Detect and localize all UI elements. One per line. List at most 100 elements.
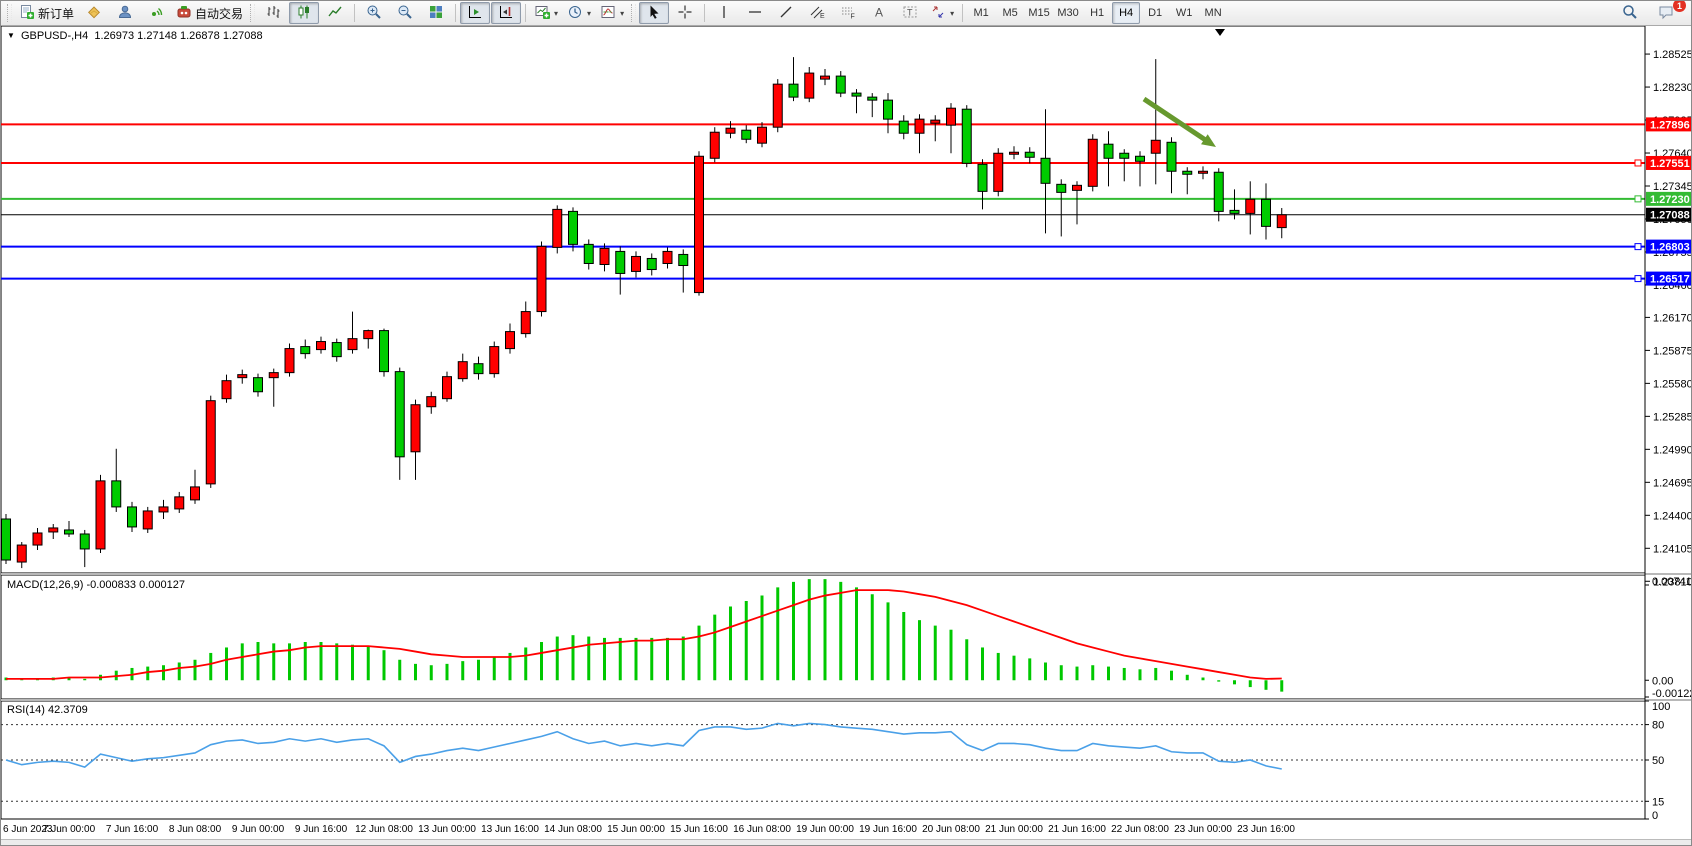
candle — [758, 122, 767, 147]
toolbar-drag-handle[interactable] — [250, 4, 255, 22]
line-handle-marker[interactable] — [1635, 160, 1641, 166]
candle — [33, 528, 42, 550]
chart-canvas[interactable]: 0.0074120.00-0.00122610080501501.285251.… — [1, 26, 1692, 842]
macd-signal-line — [6, 590, 1282, 679]
candle — [978, 159, 987, 209]
time-tick-label: 15 Jun 00:00 — [607, 824, 665, 835]
candle — [632, 251, 641, 277]
horizontal-line-object[interactable] — [1, 196, 1645, 202]
chat-bubble-icon — [1658, 4, 1675, 23]
accounts-button[interactable] — [110, 2, 140, 24]
bar-chart-mode-button[interactable] — [258, 2, 288, 24]
candle — [1088, 134, 1097, 191]
tile-windows-button[interactable] — [421, 2, 451, 24]
profile-icon — [117, 4, 133, 23]
horizontal-line-object[interactable] — [1, 244, 1645, 250]
chart-shift-marker[interactable] — [1215, 29, 1225, 36]
auto-trading-button[interactable]: 自动交易 — [172, 2, 247, 24]
candle — [836, 71, 845, 97]
time-tick-label: 23 Jun 00:00 — [1174, 824, 1232, 835]
svg-text:0: 0 — [1652, 810, 1658, 822]
equidistant-channel-tool-button[interactable]: E — [802, 2, 832, 24]
collapse-triangle-icon[interactable]: ▼ — [7, 31, 15, 40]
candle — [553, 205, 562, 253]
text-icon: A — [871, 4, 887, 23]
notification-badge: 1 — [1673, 0, 1686, 12]
line-handle-marker[interactable] — [1635, 276, 1641, 282]
chart-shift-button[interactable] — [491, 2, 521, 24]
price-tick-label: 1.24105 — [1653, 543, 1692, 555]
horizontal-line-object[interactable] — [1, 160, 1645, 166]
timeframe-mn-button[interactable]: MN — [1199, 2, 1227, 24]
svg-text:1.26517: 1.26517 — [1650, 274, 1690, 286]
trendline-tool-button[interactable] — [771, 2, 801, 24]
timeframe-m1-button[interactable]: M1 — [967, 2, 995, 24]
candle — [616, 246, 625, 294]
candle — [899, 115, 908, 139]
toolbar-drag-handle[interactable] — [631, 4, 636, 22]
toolbar-drag-handle[interactable] — [7, 4, 12, 22]
price-tick-label: 1.25580 — [1653, 378, 1692, 390]
candle — [206, 396, 215, 488]
channel-icon: E — [809, 4, 825, 23]
candle — [159, 500, 168, 519]
price-tag: 1.27230 — [1646, 192, 1692, 206]
depth-of-market-button[interactable] — [79, 2, 109, 24]
timeframe-h1-button[interactable]: H1 — [1083, 2, 1111, 24]
price-tick-label: 1.23810 — [1653, 576, 1692, 588]
candle — [175, 492, 184, 513]
new-chart-button[interactable]: ▾ — [530, 2, 562, 24]
candle — [537, 241, 546, 316]
candle — [742, 125, 751, 143]
indicators-button[interactable]: ▾ — [596, 2, 628, 24]
vertical-line-tool-button[interactable] — [709, 2, 739, 24]
cursor-tool-button[interactable] — [639, 2, 669, 24]
chart-title: ▼ GBPUSD-,H4 1.26973 1.27148 1.26878 1.2… — [7, 30, 263, 42]
time-tick-label: 22 Jun 08:00 — [1111, 824, 1169, 835]
candle — [17, 542, 26, 568]
signal-icon — [148, 4, 164, 23]
timeframe-w1-button[interactable]: W1 — [1170, 2, 1198, 24]
arrows-tool-button[interactable]: ▾ — [926, 2, 958, 24]
zoom-in-button[interactable] — [359, 2, 389, 24]
time-axis[interactable]: 6 Jun 20237 Jun 00:007 Jun 16:008 Jun 08… — [3, 824, 1295, 835]
signals-button[interactable] — [141, 2, 171, 24]
candle — [364, 330, 373, 349]
panel-splitter[interactable] — [1, 699, 1692, 701]
timeframe-m5-button[interactable]: M5 — [996, 2, 1024, 24]
line-handle-marker[interactable] — [1635, 244, 1641, 250]
periods-button[interactable]: ▾ — [563, 2, 595, 24]
candle — [317, 337, 326, 354]
horizontal-line-tool-button[interactable] — [740, 2, 770, 24]
zoom-out-button[interactable] — [390, 2, 420, 24]
auto-scroll-button[interactable] — [460, 2, 490, 24]
candle — [852, 89, 861, 113]
price-tag: 1.27088 — [1646, 208, 1692, 222]
price-tags-layer: 1.278961.275511.272301.270881.268031.265… — [1646, 117, 1692, 285]
dropdown-caret-icon: ▾ — [950, 9, 954, 18]
new-order-label: 新订单 — [38, 5, 74, 22]
line-chart-mode-button[interactable] — [320, 2, 350, 24]
candle — [254, 374, 263, 397]
new-order-button[interactable]: 新订单 — [15, 2, 78, 24]
dropdown-caret-icon: ▾ — [587, 9, 591, 18]
crosshair-icon — [677, 4, 693, 23]
price-tag: 1.26517 — [1646, 272, 1692, 286]
price-tick-label: 1.24990 — [1653, 444, 1692, 456]
line-handle-marker[interactable] — [1635, 196, 1641, 202]
text-tool-button[interactable]: A — [864, 2, 894, 24]
candlestick-mode-button[interactable] — [289, 2, 319, 24]
candle — [143, 507, 152, 533]
timeframe-m30-button[interactable]: M30 — [1054, 2, 1082, 24]
timeframe-d1-button[interactable]: D1 — [1141, 2, 1169, 24]
panel-splitter[interactable] — [1, 573, 1692, 575]
timeframe-m15-button[interactable]: M15 — [1025, 2, 1053, 24]
toolbar-separator — [455, 4, 456, 22]
text-label-tool-button[interactable]: T — [895, 2, 925, 24]
fibonacci-tool-button[interactable]: F — [833, 2, 863, 24]
horizontal-line-object[interactable] — [1, 276, 1645, 282]
search-button[interactable] — [1615, 2, 1645, 24]
crosshair-tool-button[interactable] — [670, 2, 700, 24]
notifications-button[interactable]: 1 — [1651, 2, 1681, 24]
timeframe-h4-button[interactable]: H4 — [1112, 2, 1140, 24]
